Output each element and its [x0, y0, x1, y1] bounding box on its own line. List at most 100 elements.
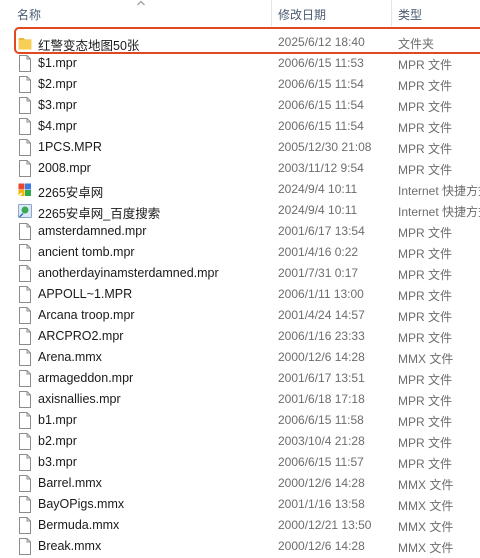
file-row[interactable]: axisnallies.mpr 2001/6/18 17:18 MPR 文件	[0, 389, 480, 410]
file-icon	[18, 265, 32, 282]
file-date: 2006/1/16 23:33	[278, 329, 365, 343]
file-name: 2265安卓网_百度搜索	[38, 207, 161, 221]
file-row[interactable]: 2008.mpr 2003/11/12 9:54 MPR 文件	[0, 158, 480, 179]
file-name: b3.mpr	[38, 455, 77, 469]
file-date: 2001/6/17 13:54	[278, 224, 365, 238]
file-row[interactable]: 2265安卓网 2024/9/4 10:11 Internet 快捷方式	[0, 179, 480, 200]
file-name: anotherdayinamsterdamned.mpr	[38, 266, 219, 280]
file-icon	[18, 496, 32, 513]
file-row[interactable]: Break.mmx 2000/12/6 14:28 MMX 文件	[0, 536, 480, 557]
file-row[interactable]: anotherdayinamsterdamned.mpr 2001/7/31 0:…	[0, 263, 480, 284]
file-row[interactable]: BayOPigs.mmx 2001/1/16 13:58 MMX 文件	[0, 494, 480, 515]
file-row[interactable]: b1.mpr 2006/6/15 11:58 MPR 文件	[0, 410, 480, 431]
column-divider[interactable]	[391, 0, 392, 26]
file-type: MPR 文件	[398, 100, 453, 114]
file-row[interactable]: ancient tomb.mpr 2001/4/16 0:22 MPR 文件	[0, 242, 480, 263]
file-icon	[18, 223, 32, 240]
file-date: 2006/6/15 11:54	[278, 77, 364, 91]
column-divider[interactable]	[271, 0, 272, 26]
file-name: axisnallies.mpr	[38, 392, 121, 406]
file-name: armageddon.mpr	[38, 371, 134, 385]
file-row[interactable]: APPOLL~1.MPR 2006/1/11 13:00 MPR 文件	[0, 284, 480, 305]
file-name: Break.mmx	[38, 539, 102, 553]
column-header-date[interactable]: 修改日期	[278, 6, 326, 23]
file-icon	[18, 517, 32, 534]
file-date: 2006/6/15 11:57	[278, 455, 364, 469]
file-name: APPOLL~1.MPR	[38, 287, 133, 301]
file-date: 2005/12/30 21:08	[278, 140, 372, 154]
file-name: Bermuda.mmx	[38, 518, 120, 532]
file-date: 2001/4/24 14:57	[278, 308, 365, 322]
file-date: 2003/10/4 21:28	[278, 434, 365, 448]
file-row[interactable]: $4.mpr 2006/6/15 11:54 MPR 文件	[0, 116, 480, 137]
file-row[interactable]: $2.mpr 2006/6/15 11:54 MPR 文件	[0, 74, 480, 95]
file-icon	[18, 328, 32, 345]
file-row[interactable]: 1PCS.MPR 2005/12/30 21:08 MPR 文件	[0, 137, 480, 158]
file-type: MPR 文件	[398, 268, 453, 282]
file-row[interactable]: Arena.mmx 2000/12/6 14:28 MMX 文件	[0, 347, 480, 368]
file-date: 2000/12/6 14:28	[278, 350, 365, 364]
file-type: MPR 文件	[398, 310, 453, 324]
file-icon	[18, 349, 32, 366]
column-header-type[interactable]: 类型	[398, 6, 422, 23]
file-name: b1.mpr	[38, 413, 77, 427]
file-type: MMX 文件	[398, 499, 454, 513]
file-row[interactable]: ARCPRO2.mpr 2006/1/16 23:33 MPR 文件	[0, 326, 480, 347]
file-icon	[18, 370, 32, 387]
file-date: 2001/1/16 13:58	[278, 497, 365, 511]
file-date: 2006/6/15 11:54	[278, 98, 364, 112]
file-type: MPR 文件	[398, 121, 453, 135]
file-row[interactable]: b3.mpr 2006/6/15 11:57 MPR 文件	[0, 452, 480, 473]
file-row[interactable]: 2265安卓网_百度搜索 2024/9/4 10:11 Internet 快捷方式	[0, 200, 480, 221]
file-type: Internet 快捷方式	[398, 205, 480, 219]
file-row[interactable]: Bermuda.mmx 2000/12/21 13:50 MMX 文件	[0, 515, 480, 536]
file-type: MPR 文件	[398, 331, 453, 345]
file-type: MPR 文件	[398, 163, 453, 177]
file-type: MMX 文件	[398, 520, 454, 534]
file-type: MMX 文件	[398, 541, 454, 555]
file-date: 2000/12/6 14:28	[278, 539, 365, 553]
file-name: $4.mpr	[38, 119, 77, 133]
file-icon	[18, 55, 32, 72]
file-date: 2006/6/15 11:58	[278, 413, 364, 427]
file-name: ancient tomb.mpr	[38, 245, 135, 259]
file-type: MPR 文件	[398, 289, 453, 303]
file-row[interactable]: Barrel.mmx 2000/12/6 14:28 MMX 文件	[0, 473, 480, 494]
file-row[interactable]: Arcana troop.mpr 2001/4/24 14:57 MPR 文件	[0, 305, 480, 326]
file-type: MPR 文件	[398, 457, 453, 471]
file-type: MPR 文件	[398, 394, 453, 408]
file-name: 红警变态地图50张	[38, 39, 140, 53]
file-icon	[18, 97, 32, 114]
file-name: Arena.mmx	[38, 350, 102, 364]
column-header-bar: 名称 修改日期 类型	[0, 0, 480, 26]
file-name: $3.mpr	[38, 98, 77, 112]
file-name: 1PCS.MPR	[38, 140, 102, 154]
file-type: MPR 文件	[398, 58, 453, 72]
file-date: 2006/6/15 11:53	[278, 56, 364, 70]
file-icon	[18, 139, 32, 156]
file-row[interactable]: 红警变态地图50张 2025/6/12 18:40 文件夹	[0, 27, 480, 54]
file-name: b2.mpr	[38, 434, 77, 448]
file-type: MPR 文件	[398, 436, 453, 450]
file-date: 2024/9/4 10:11	[278, 203, 358, 217]
file-date: 2001/6/18 17:18	[278, 392, 365, 406]
file-icon	[18, 454, 32, 471]
file-row[interactable]: armageddon.mpr 2001/6/17 13:51 MPR 文件	[0, 368, 480, 389]
file-row[interactable]: b2.mpr 2003/10/4 21:28 MPR 文件	[0, 431, 480, 452]
file-name: Barrel.mmx	[38, 476, 102, 490]
file-icon	[18, 307, 32, 324]
file-date: 2025/6/12 18:40	[278, 35, 365, 49]
sort-ascending-icon	[137, 0, 145, 6]
file-name: 2265安卓网	[38, 186, 104, 200]
file-name: Arcana troop.mpr	[38, 308, 135, 322]
file-list: 红警变态地图50张 2025/6/12 18:40 文件夹 $1.mpr 2006/6/…	[0, 27, 480, 557]
file-row[interactable]: $3.mpr 2006/6/15 11:54 MPR 文件	[0, 95, 480, 116]
file-row[interactable]: $1.mpr 2006/6/15 11:53 MPR 文件	[0, 53, 480, 74]
column-header-name[interactable]: 名称	[17, 6, 41, 23]
file-icon	[18, 538, 32, 555]
file-icon	[18, 475, 32, 492]
file-row[interactable]: amsterdamned.mpr 2001/6/17 13:54 MPR 文件	[0, 221, 480, 242]
file-type: MPR 文件	[398, 79, 453, 93]
file-name: amsterdamned.mpr	[38, 224, 147, 238]
file-type: Internet 快捷方式	[398, 184, 480, 198]
